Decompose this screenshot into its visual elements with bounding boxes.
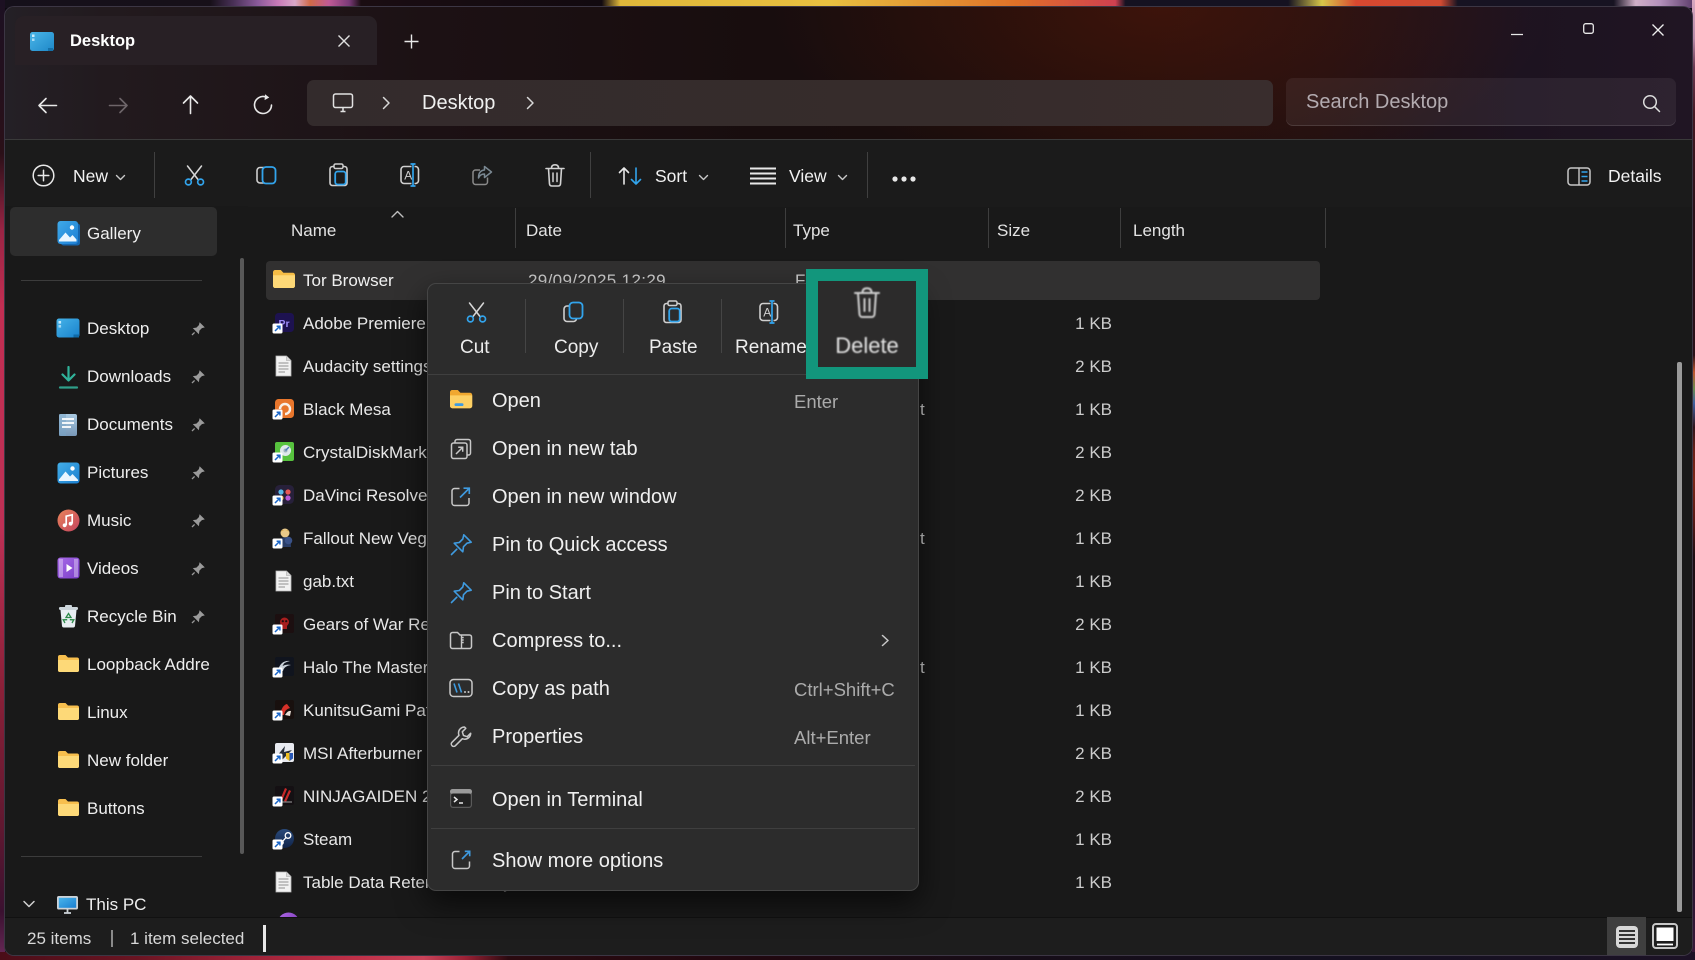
svg-text:A: A (404, 169, 412, 183)
svg-text:A: A (763, 306, 771, 320)
